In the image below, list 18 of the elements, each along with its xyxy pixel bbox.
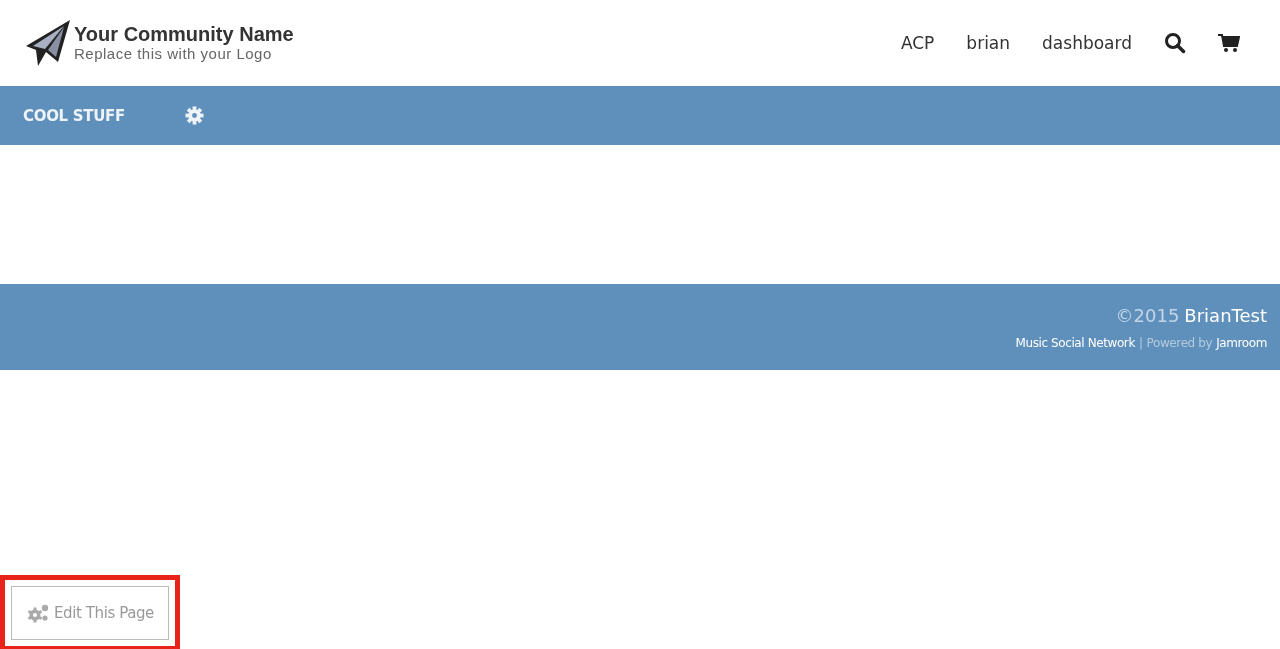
cart-icon[interactable] (1218, 33, 1240, 53)
footer-separator: | (1138, 335, 1143, 350)
nav-link[interactable]: ACP (900, 33, 935, 53)
search-icon[interactable] (1164, 32, 1186, 54)
edit-page-button[interactable]: Edit This Page (11, 586, 169, 640)
site-name: Your Community Name (74, 23, 294, 45)
site-tagline: Replace this with your Logo (74, 45, 273, 63)
footer-link[interactable]: Music Social Network (1015, 335, 1135, 350)
nav-item[interactable]: COOL STUFF (23, 106, 125, 125)
copyright-year: ©2015 (1115, 304, 1180, 326)
gears-icon (26, 603, 50, 623)
powered-by-text: Powered by (1146, 335, 1213, 350)
nav-link[interactable]: brian (966, 33, 1011, 53)
nav-link[interactable]: dashboard (1042, 33, 1132, 53)
footer-link[interactable]: Jamroom (1216, 335, 1267, 350)
paper-plane-icon (24, 18, 72, 68)
copyright-owner: BrianTest (1184, 304, 1267, 326)
settings-icon[interactable] (185, 106, 204, 125)
